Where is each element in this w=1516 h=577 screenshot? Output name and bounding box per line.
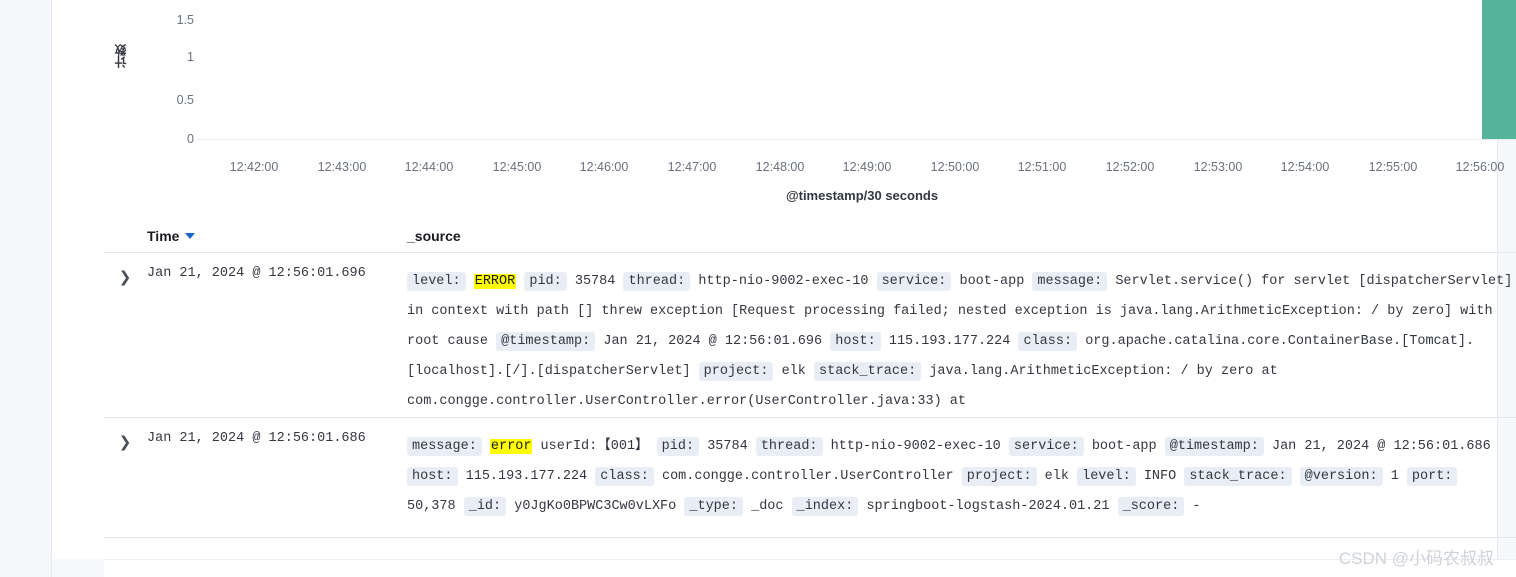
field-value-host: 115.193.177.224 (888, 334, 1011, 349)
chart-plot-area[interactable] (197, 0, 1516, 140)
field-key-message[interactable]: message: (407, 437, 482, 456)
field-value-index: springboot-logstash-2024.01.21 (866, 499, 1110, 514)
field-key-project[interactable]: project: (698, 362, 774, 381)
x-tick: 12:52:00 (1105, 160, 1155, 174)
field-key-timestamp[interactable]: @timestamp: (1164, 437, 1264, 456)
chart-x-axis-title: @timestamp/30 seconds (785, 188, 939, 203)
field-value-id: y0JgKo0BPWC3Cw0vLXFo (514, 499, 677, 514)
cell-source: level: ERROR pid: 35784 thread: http-nio… (407, 267, 1513, 417)
chevron-right-icon[interactable]: ❯ (116, 268, 134, 286)
column-header-time-label: Time (147, 228, 180, 244)
field-key-port[interactable]: port: (1406, 467, 1458, 486)
field-value-message-rest: userId:【001】 (532, 439, 649, 454)
field-key-type[interactable]: _type: (684, 497, 743, 516)
field-value-project: elk (1044, 469, 1069, 484)
field-value-class: com.congge.controller.UserController (661, 469, 954, 484)
x-tick: 12:48:00 (755, 160, 805, 174)
y-tick: 1 (187, 50, 194, 64)
field-value-timestamp: Jan 21, 2024 @ 12:56:01.686 (1271, 439, 1491, 454)
watermark: CSDN @小码农叔叔 (1338, 549, 1494, 568)
field-key-stack-trace[interactable]: stack_trace: (1184, 467, 1292, 486)
field-key-service[interactable]: service: (876, 272, 952, 291)
y-tick: 0.5 (176, 93, 194, 107)
field-key-timestamp[interactable]: @timestamp: (496, 332, 596, 351)
field-key-host[interactable]: host: (407, 467, 458, 486)
discover-page: 计数 1.5 1 0.5 0 12:42:00 12:43:00 12:44:0… (0, 0, 1516, 577)
field-key-version[interactable]: @version: (1299, 467, 1383, 486)
chart-x-axis-ticks: 12:42:00 12:43:00 12:44:00 12:45:00 12:4… (197, 160, 1516, 180)
field-value-pid: 35784 (707, 439, 748, 454)
field-key-thread[interactable]: thread: (623, 272, 691, 291)
field-key-level[interactable]: level: (407, 272, 466, 291)
caret-down-icon[interactable] (185, 233, 196, 239)
field-value-level: INFO (1143, 469, 1177, 484)
field-key-host[interactable]: host: (830, 332, 881, 351)
column-header-source[interactable]: _source (407, 228, 461, 244)
x-tick: 12:50:00 (930, 160, 980, 174)
x-tick: 12:44:00 (404, 160, 454, 174)
x-tick: 12:53:00 (1193, 160, 1243, 174)
field-value-host: 115.193.177.224 (465, 469, 588, 484)
field-value-type: _doc (751, 499, 784, 514)
panel-bottom-strip (104, 559, 1516, 577)
field-value-version: 1 (1390, 469, 1399, 484)
field-key-class[interactable]: class: (595, 467, 654, 486)
column-header-time[interactable]: Time (147, 228, 196, 244)
field-key-id[interactable]: _id: (463, 497, 507, 516)
field-key-stack-trace[interactable]: stack_trace: (814, 362, 922, 381)
field-key-level[interactable]: level: (1077, 467, 1136, 486)
cell-time: Jan 21, 2024 @ 12:56:01.686 (147, 431, 366, 446)
x-tick: 12:54:00 (1280, 160, 1330, 174)
field-value-thread: http-nio-9002-exec-10 (698, 274, 869, 289)
x-tick: 12:49:00 (842, 160, 892, 174)
x-tick: 12:55:00 (1368, 160, 1418, 174)
field-key-score[interactable]: _score: (1117, 497, 1185, 516)
field-value-service: boot-app (959, 274, 1025, 289)
field-value-port: 50,378 (407, 499, 456, 514)
x-tick: 12:51:00 (1017, 160, 1067, 174)
field-value-message-highlight: error (489, 439, 533, 454)
field-key-pid[interactable]: pid: (656, 437, 700, 456)
field-key-pid[interactable]: pid: (524, 272, 567, 291)
field-value-service: boot-app (1091, 439, 1157, 454)
table-row[interactable]: ❯ Jan 21, 2024 @ 12:56:01.686 message: e… (104, 418, 1516, 538)
y-tick: 1.5 (176, 13, 194, 27)
field-value-pid: 35784 (574, 274, 616, 289)
chart-y-axis-ticks: 1.5 1 0.5 0 (144, 0, 194, 145)
field-value-timestamp: Jan 21, 2024 @ 12:56:01.696 (603, 334, 823, 349)
table-header-row: Time _source (104, 215, 1516, 253)
field-key-thread[interactable]: thread: (755, 437, 823, 456)
x-tick: 12:43:00 (317, 160, 367, 174)
field-key-index[interactable]: _index: (791, 497, 859, 516)
x-tick: 12:56:00 (1455, 160, 1505, 174)
x-tick: 12:46:00 (579, 160, 629, 174)
chart-y-axis-title: 计数 (114, 44, 128, 68)
field-value-thread: http-nio-9002-exec-10 (830, 439, 1001, 454)
field-value-level: ERROR (473, 274, 517, 289)
histogram-chart: 计数 1.5 1 0.5 0 12:42:00 12:43:00 12:44:0… (104, 0, 1516, 210)
field-key-message[interactable]: message: (1032, 272, 1108, 291)
documents-table: Time _source ❯ Jan 21, 2024 @ 12:56:01.6… (104, 215, 1516, 538)
cell-source: message: error userId:【001】 pid: 35784 t… (407, 432, 1513, 522)
x-tick: 12:45:00 (492, 160, 542, 174)
table-row[interactable]: ❯ Jan 21, 2024 @ 12:56:01.696 level: ERR… (104, 253, 1516, 418)
x-tick: 12:47:00 (667, 160, 717, 174)
cell-time: Jan 21, 2024 @ 12:56:01.696 (147, 266, 366, 281)
field-key-project[interactable]: project: (961, 467, 1037, 486)
left-gutter (0, 0, 52, 577)
field-value-score: - (1192, 499, 1201, 514)
main-panel: 计数 1.5 1 0.5 0 12:42:00 12:43:00 12:44:0… (52, 0, 1516, 577)
field-value-project: elk (781, 364, 806, 379)
chevron-right-icon[interactable]: ❯ (116, 433, 134, 451)
field-key-class[interactable]: class: (1018, 332, 1078, 351)
field-key-service[interactable]: service: (1008, 437, 1084, 456)
y-tick: 0 (187, 132, 194, 146)
chart-bar[interactable] (1482, 0, 1516, 139)
x-tick: 12:42:00 (229, 160, 279, 174)
